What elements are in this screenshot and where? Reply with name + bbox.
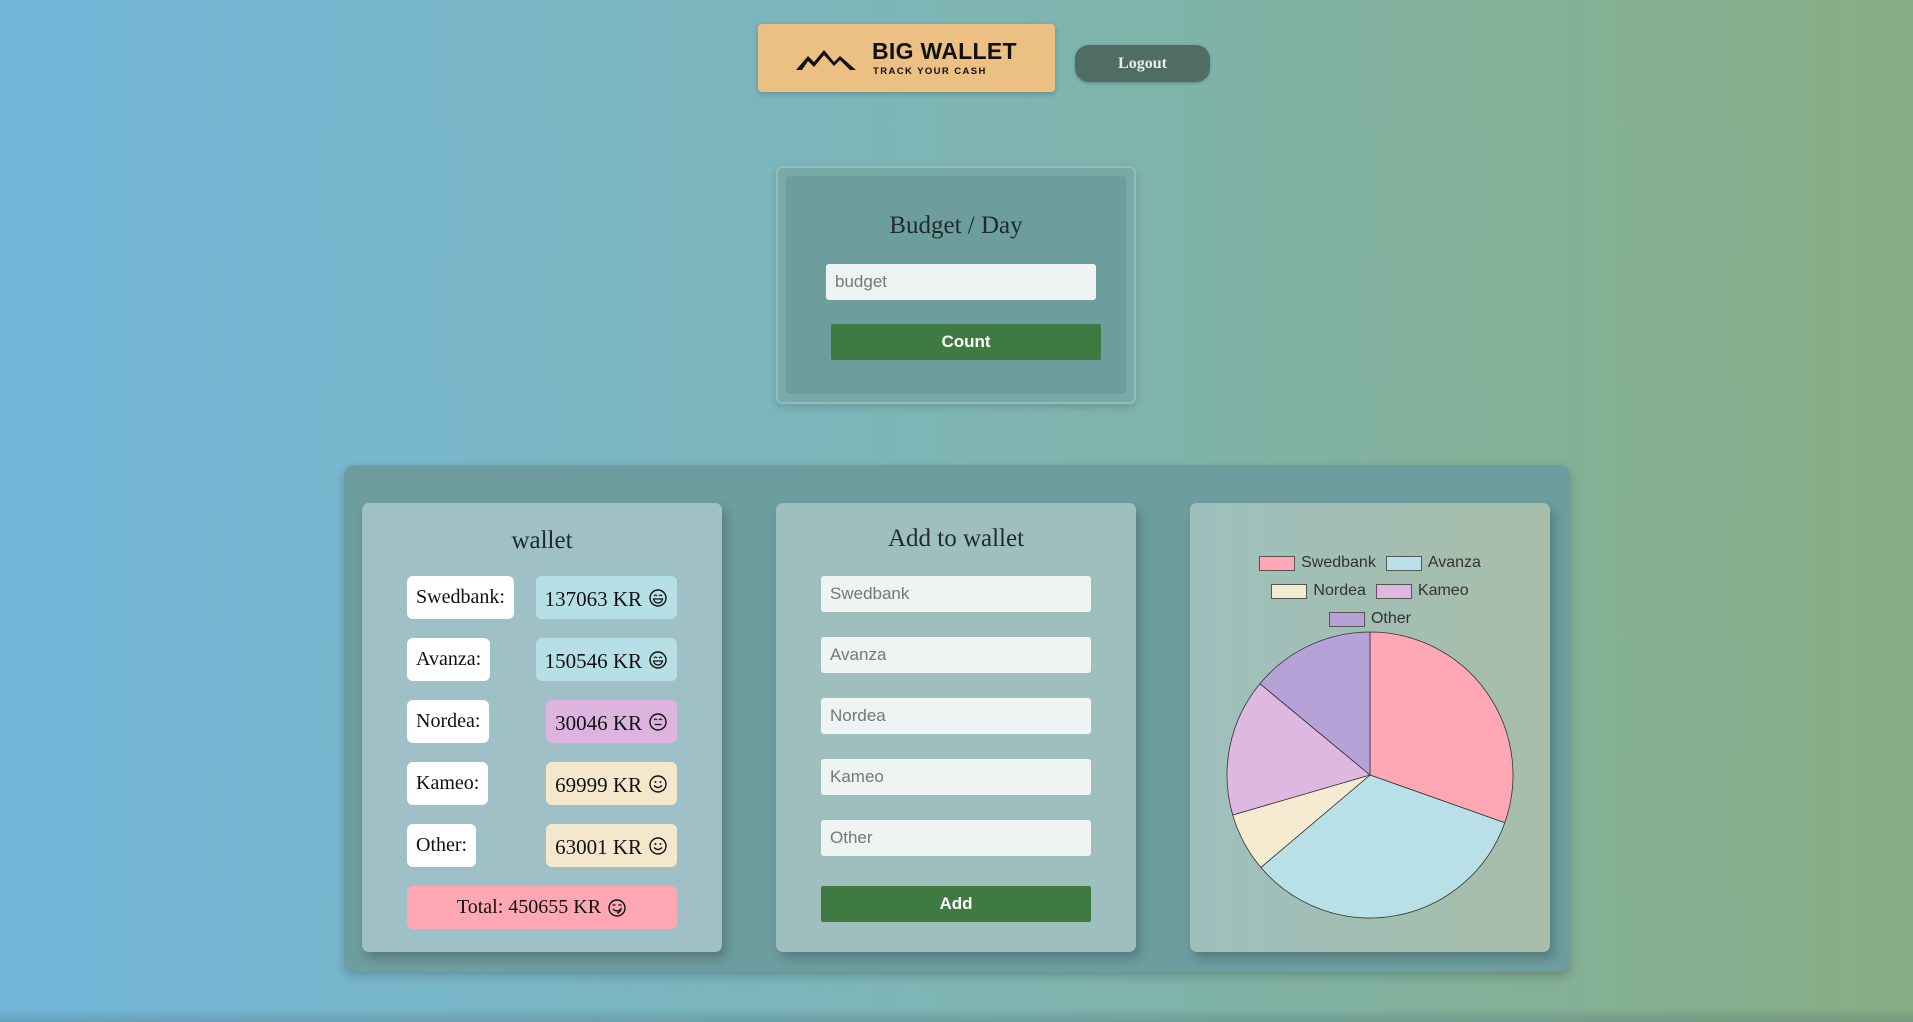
smile-icon [649, 836, 667, 855]
neutral-face-icon [649, 712, 667, 731]
nordea-input[interactable] [821, 698, 1091, 734]
avanza-input[interactable] [821, 637, 1091, 673]
page-bottom-shade [0, 1008, 1913, 1022]
wallet-title: wallet [511, 527, 573, 554]
money-face-icon [608, 898, 626, 917]
legend-swatch [1328, 611, 1365, 627]
legend-row: Other [1190, 605, 1550, 633]
legend-item-avanza[interactable]: Avanza [1385, 554, 1481, 572]
chart-legend: Swedbank Avanza Nordea Kameo Other [1190, 549, 1550, 633]
wallet-total: Total: 450655 KR [407, 886, 677, 929]
swedbank-input[interactable] [821, 576, 1091, 612]
logo-subtitle: TRACK YOUR CASH [873, 66, 987, 77]
wallet-card: wallet Swedbank: 137063 KR Avanza: 15054… [362, 503, 722, 952]
budget-inner: Budget / Day Count [786, 176, 1126, 394]
count-button[interactable]: Count [831, 324, 1101, 360]
logo-title: BIG WALLET [872, 38, 1017, 64]
legend-row: Swedbank Avanza [1190, 549, 1550, 577]
kameo-input[interactable] [821, 759, 1091, 795]
add-to-wallet-card: Add to wallet Add [776, 503, 1136, 952]
wallet-value-avanza: 150546 KR [535, 638, 677, 681]
smile-icon [649, 774, 667, 793]
wallet-value-swedbank: 137063 KR [535, 576, 677, 619]
wallet-amount-nordea: 30046 KR [555, 710, 642, 735]
legend-item-nordea[interactable]: Nordea [1271, 582, 1366, 600]
wallet-amount-avanza: 150546 KR [544, 648, 642, 673]
wallet-label-kameo: Kameo: [407, 762, 489, 805]
grin-icon [649, 588, 667, 607]
legend-label: Avanza [1427, 554, 1481, 571]
legend-swatch [1259, 555, 1296, 571]
legend-row: Nordea Kameo [1190, 577, 1550, 605]
wallet-amount-kameo: 69999 KR [555, 772, 642, 797]
budget-input[interactable] [826, 264, 1096, 300]
wallet-label-swedbank: Swedbank: [407, 576, 514, 619]
grin-icon [649, 650, 667, 669]
wallet-amount-other: 63001 KR [555, 834, 642, 859]
wallet-label-nordea: Nordea: [407, 700, 490, 743]
legend-swatch [1375, 583, 1412, 599]
legend-swatch [1385, 555, 1422, 571]
add-to-wallet-title: Add to wallet [887, 525, 1025, 552]
add-button[interactable]: Add [821, 886, 1091, 922]
wallet-value-kameo: 69999 KR [546, 762, 677, 805]
legend-item-other[interactable]: Other [1328, 610, 1411, 628]
legend-label: Other [1370, 610, 1411, 627]
wallet-value-other: 63001 KR [546, 824, 677, 867]
main-panel: wallet Swedbank: 137063 KR Avanza: 15054… [344, 465, 1570, 972]
logout-button[interactable]: Logout [1075, 45, 1210, 82]
wallet-amount-swedbank: 137063 KR [544, 586, 642, 611]
budget-title: Budget / Day [889, 212, 1023, 239]
pie-chart [1226, 631, 1514, 919]
legend-item-kameo[interactable]: Kameo [1375, 582, 1469, 600]
legend-label: Swedbank [1301, 554, 1376, 571]
wallet-label-other: Other: [407, 824, 477, 867]
wallet-total-text: Total: 450655 KR [456, 896, 602, 918]
wallet-label-avanza: Avanza: [407, 638, 491, 681]
legend-label: Nordea [1313, 582, 1366, 599]
logo: BIG WALLET TRACK YOUR CASH [758, 24, 1055, 92]
budget-card: Budget / Day Count [776, 166, 1136, 404]
legend-label: Kameo [1417, 582, 1469, 599]
other-input[interactable] [821, 820, 1091, 856]
pie-chart-card: Swedbank Avanza Nordea Kameo Other [1190, 503, 1550, 952]
legend-swatch [1271, 583, 1308, 599]
mountain-logo-icon [796, 50, 856, 70]
legend-item-swedbank[interactable]: Swedbank [1259, 554, 1376, 572]
wallet-value-nordea: 30046 KR [546, 700, 677, 743]
